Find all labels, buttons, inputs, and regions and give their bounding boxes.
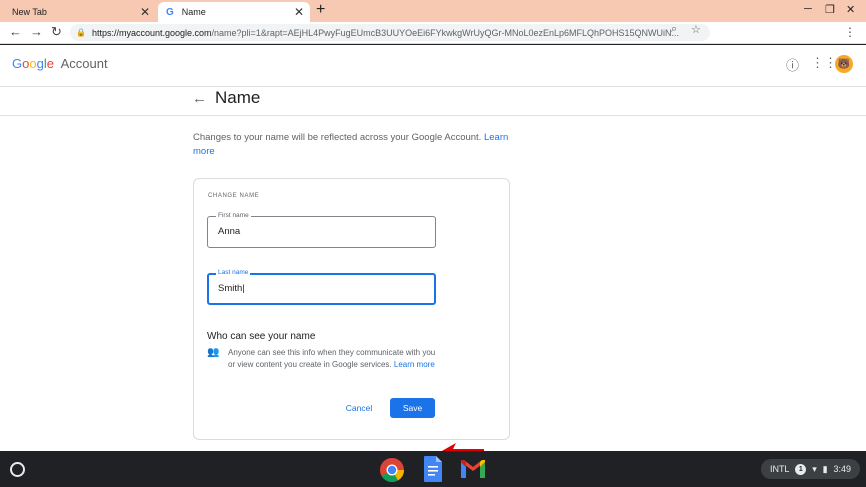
help-icon[interactable]: ⓘ	[786, 55, 799, 74]
reload-icon[interactable]: ↻	[51, 24, 62, 40]
apps-icon[interactable]: ⋮⋮	[811, 55, 837, 71]
intro-text: Changes to your name will be reflected a…	[193, 132, 509, 157]
last-name-value: Smith|	[218, 283, 245, 294]
close-window-icon[interactable]: ✕	[846, 3, 855, 16]
back-icon[interactable]: ←	[9, 24, 22, 39]
last-name-field[interactable]: Last name Smith|	[207, 269, 436, 305]
gmail-icon[interactable]	[460, 459, 486, 479]
who-can-see-heading: Who can see your name	[207, 331, 316, 342]
url-path: /name?pli=1&rapt=AEjHL4PwyFugEUmcB3UUYOe…	[211, 27, 680, 38]
tab-new-tab[interactable]: New Tab ✕	[4, 2, 156, 22]
google-account-logo[interactable]: Google Account	[12, 56, 108, 71]
forward-icon[interactable]: →	[30, 24, 43, 39]
tab-strip: New Tab ✕ G Name ✕ + ─ ❐ ✕	[0, 0, 866, 22]
status-tray[interactable]: INTL 1 ▾ ▮ 3:49	[761, 459, 860, 479]
close-icon[interactable]: ✕	[140, 5, 150, 19]
minimize-icon[interactable]: ─	[804, 3, 812, 15]
cancel-button[interactable]: Cancel	[342, 398, 376, 418]
address-bar[interactable]: 🔒 https://myaccount.google.com/name?pli=…	[70, 24, 710, 41]
google-favicon-icon: G	[166, 6, 174, 18]
restore-icon[interactable]: ❐	[825, 3, 835, 16]
system-shelf: INTL 1 ▾ ▮ 3:49	[0, 451, 866, 487]
first-name-label: First name	[216, 212, 251, 219]
launcher-icon[interactable]	[10, 462, 25, 477]
first-name-field[interactable]: First name Anna	[207, 212, 436, 248]
back-arrow-icon[interactable]: ←	[192, 90, 207, 107]
save-button[interactable]: Save	[390, 398, 435, 418]
chrome-icon[interactable]	[379, 457, 405, 483]
notification-badge: 1	[795, 463, 807, 475]
card-heading: CHANGE NAME	[208, 193, 260, 199]
close-icon[interactable]: ✕	[294, 5, 304, 19]
ime-indicator: INTL	[769, 464, 790, 474]
tab-name[interactable]: G Name ✕	[158, 2, 310, 22]
page-title-bar: ← Name	[0, 87, 866, 116]
app-header: Google Account ⓘ ⋮⋮ 🐻	[0, 45, 866, 87]
clock: 3:49	[833, 464, 852, 474]
lock-icon: 🔒	[76, 28, 86, 37]
last-name-label: Last name	[216, 269, 251, 276]
who-learn-more-link[interactable]: Learn more	[394, 360, 435, 369]
who-can-see-text: Anyone can see this info when they commu…	[228, 348, 436, 369]
tab-title: New Tab	[12, 7, 47, 17]
wifi-icon: ▾	[812, 463, 817, 474]
avatar[interactable]: 🐻	[835, 55, 853, 73]
docs-icon[interactable]	[424, 456, 442, 482]
people-icon: 👥	[207, 347, 220, 358]
first-name-value: Anna	[218, 226, 241, 237]
account-label: Account	[60, 56, 108, 71]
change-name-card: CHANGE NAME First name Anna Last name Sm…	[193, 178, 510, 440]
battery-icon: ▮	[822, 463, 828, 474]
url-host: https://myaccount.google.com	[91, 27, 212, 38]
zoom-icon[interactable]: ⌕	[671, 23, 677, 36]
star-icon[interactable]: ☆	[691, 23, 701, 36]
new-tab-button[interactable]: +	[316, 1, 325, 19]
page-content: Google Account ⓘ ⋮⋮ 🐻 ← Name Changes to …	[0, 45, 866, 461]
browser-toolbar: ← → ↻ 🔒 https://myaccount.google.com/nam…	[0, 22, 866, 44]
menu-icon[interactable]: ⋮	[844, 25, 856, 39]
page-title: Name	[215, 88, 261, 107]
tab-title: Name	[181, 7, 206, 17]
